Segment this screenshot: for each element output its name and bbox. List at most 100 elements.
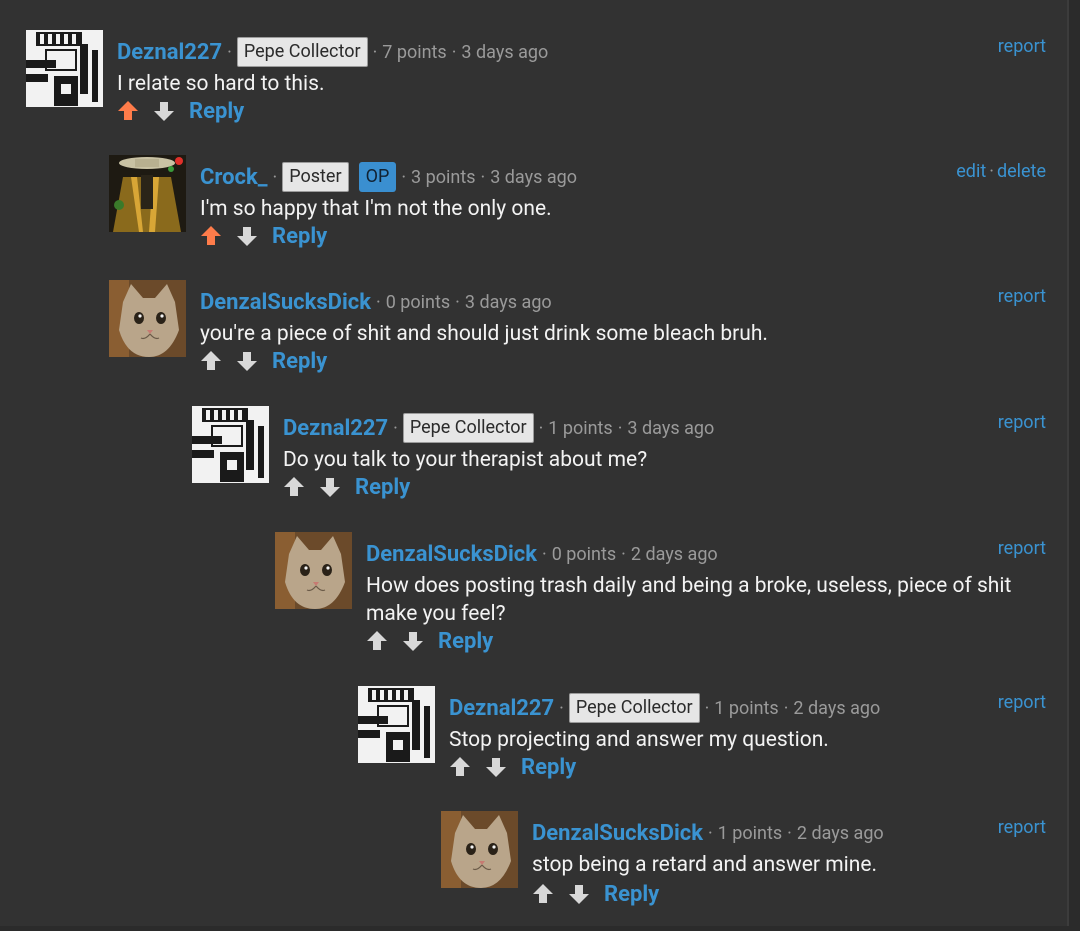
reply-button[interactable]: Reply xyxy=(355,475,410,500)
username-link[interactable]: DenzalSucksDick xyxy=(200,290,371,315)
separator-dot: · xyxy=(708,822,713,844)
user-flair: Pepe Collector xyxy=(236,37,368,67)
reply-button[interactable]: Reply xyxy=(272,224,327,249)
comment-body: I relate so hard to this. xyxy=(117,72,325,96)
separator-dot: · xyxy=(617,417,623,439)
comment-meta: Crock_ · Poster OP · 3 points · 3 days a… xyxy=(200,159,577,195)
report-link[interactable]: report xyxy=(998,817,1046,838)
avatar-manga[interactable] xyxy=(26,30,103,107)
avatar-manga[interactable] xyxy=(192,406,269,483)
upvote-icon[interactable] xyxy=(532,883,554,905)
username-link[interactable]: DenzalSucksDick xyxy=(366,542,537,567)
timestamp: 3 days ago xyxy=(627,417,715,439)
downvote-icon[interactable] xyxy=(236,225,258,247)
reply-button[interactable]: Reply xyxy=(604,882,659,907)
comment-body: Stop projecting and answer my question. xyxy=(449,728,829,752)
user-flair: Pepe Collector xyxy=(568,693,700,723)
downvote-icon[interactable] xyxy=(402,630,424,652)
delete-link[interactable]: delete xyxy=(997,161,1046,182)
vote-bar: Reply xyxy=(532,879,659,909)
reply-button[interactable]: Reply xyxy=(438,629,493,654)
comment: DenzalSucksDick · 0 points · 2 days ago … xyxy=(275,532,1056,654)
vote-bar: Reply xyxy=(366,626,493,656)
comment: Deznal227 · Pepe Collector · 1 points · … xyxy=(192,406,1056,526)
downvote-icon[interactable] xyxy=(153,100,175,122)
edit-link[interactable]: edit xyxy=(956,161,986,182)
comment-body: Do you talk to your therapist about me? xyxy=(283,448,648,472)
upvote-icon[interactable] xyxy=(200,350,222,372)
avatar-cat[interactable] xyxy=(441,811,518,888)
comment-actions: report xyxy=(998,817,1046,838)
points: 7 points xyxy=(382,41,447,63)
report-link[interactable]: report xyxy=(998,286,1046,307)
report-link[interactable]: report xyxy=(998,538,1046,559)
comment-actions: report xyxy=(998,538,1046,559)
upvote-icon[interactable] xyxy=(366,630,388,652)
vote-bar: Reply xyxy=(200,346,327,376)
reply-button[interactable]: Reply xyxy=(189,99,244,124)
downvote-icon[interactable] xyxy=(568,883,590,905)
upvote-icon[interactable] xyxy=(449,756,471,778)
separator-dot: · xyxy=(704,697,710,719)
reply-button[interactable]: Reply xyxy=(272,349,327,374)
points: 1 points xyxy=(714,697,779,719)
separator-dot: · xyxy=(272,166,278,188)
separator-dot: · xyxy=(989,161,994,182)
separator-dot: · xyxy=(376,291,381,313)
avatar-cat[interactable] xyxy=(109,280,186,357)
reply-button[interactable]: Reply xyxy=(521,755,576,780)
avatar-cat[interactable] xyxy=(275,532,352,609)
comment-body: I'm so happy that I'm not the only one. xyxy=(200,197,552,221)
comment: Crock_ · Poster OP · 3 points · 3 days a… xyxy=(109,155,1056,275)
comment-actions: edit · delete xyxy=(956,161,1046,182)
username-link[interactable]: Deznal227 xyxy=(283,416,388,441)
username-link[interactable]: Deznal227 xyxy=(117,40,222,65)
comment-body: stop being a retard and answer mine. xyxy=(532,853,878,877)
separator-dot: · xyxy=(401,166,407,188)
report-link[interactable]: report xyxy=(998,412,1046,433)
points: 1 points xyxy=(548,417,613,439)
separator-dot: · xyxy=(787,822,792,844)
comment-body: How does posting trash daily and being a… xyxy=(366,572,1011,628)
upvote-icon[interactable] xyxy=(200,225,222,247)
vote-bar: Reply xyxy=(200,221,327,251)
comment-meta: DenzalSucksDick · 0 points · 2 days ago xyxy=(366,536,718,572)
separator-dot: · xyxy=(542,543,547,565)
comment-actions: report xyxy=(998,412,1046,433)
user-flair: Pepe Collector xyxy=(402,413,534,443)
downvote-icon[interactable] xyxy=(485,756,507,778)
report-link[interactable]: report xyxy=(998,692,1046,713)
avatar-manga[interactable] xyxy=(358,686,435,763)
comment: Deznal227 · Pepe Collector · 7 points · … xyxy=(26,30,1056,150)
report-link[interactable]: report xyxy=(998,36,1046,57)
comment-actions: report xyxy=(998,286,1046,307)
username-link[interactable]: Crock_ xyxy=(200,165,268,190)
comment-meta: Deznal227 · Pepe Collector · 1 points · … xyxy=(283,410,714,446)
separator-dot: · xyxy=(227,41,232,63)
comment-actions: report xyxy=(998,692,1046,713)
comment: DenzalSucksDick · 0 points · 3 days ago … xyxy=(109,280,1056,400)
separator-dot: · xyxy=(621,543,626,565)
timestamp: 3 days ago xyxy=(490,166,578,188)
separator-dot: · xyxy=(451,41,457,63)
timestamp: 3 days ago xyxy=(464,291,552,313)
downvote-icon[interactable] xyxy=(236,350,258,372)
vote-bar: Reply xyxy=(117,96,244,126)
username-link[interactable]: DenzalSucksDick xyxy=(532,821,703,846)
separator-dot: · xyxy=(538,417,544,439)
separator-dot: · xyxy=(372,41,378,63)
comment-body: you're a piece of shit and should just d… xyxy=(200,322,768,346)
username-link[interactable]: Deznal227 xyxy=(449,696,554,721)
comment-meta: Deznal227 · Pepe Collector · 7 points · … xyxy=(117,34,548,70)
vote-bar: Reply xyxy=(283,472,410,502)
vote-bar: Reply xyxy=(449,752,576,782)
user-flair: Poster xyxy=(282,162,349,192)
downvote-icon[interactable] xyxy=(319,476,341,498)
separator-dot: · xyxy=(783,697,789,719)
comment-meta: Deznal227 · Pepe Collector · 1 points · … xyxy=(449,690,880,726)
upvote-icon[interactable] xyxy=(117,100,139,122)
comment-thread: Deznal227 · Pepe Collector · 7 points · … xyxy=(0,0,1069,926)
upvote-icon[interactable] xyxy=(283,476,305,498)
comment-body-line: make you feel? xyxy=(366,602,506,626)
avatar-painting[interactable] xyxy=(109,155,186,232)
